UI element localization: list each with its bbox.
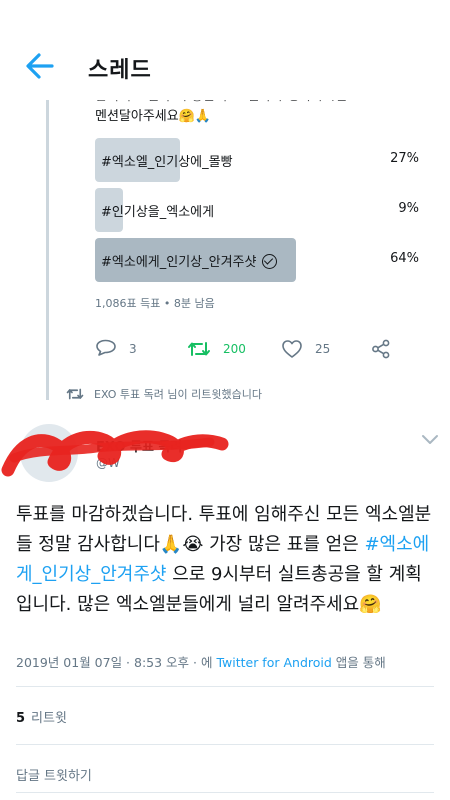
timestamp-text: 2019년 01월 07일 · 8:53 오후 · 에 xyxy=(16,655,217,670)
like-count: 25 xyxy=(315,342,331,356)
poll-option-label: #엑소엘_인기상에_몰빵 xyxy=(101,155,233,170)
tweet-body: 투표를 마감하겠습니다. 투표에 임해주신 모든 엑소엘분들 정말 감사합니다🙏… xyxy=(16,500,436,620)
poll-option-1: #엑소엘_인기상에_몰빵 27% xyxy=(95,138,425,182)
share-icon xyxy=(372,339,390,359)
avatar[interactable] xyxy=(20,424,78,482)
poll-option-percent: 64% xyxy=(390,251,419,266)
chevron-down-icon[interactable] xyxy=(420,432,440,446)
poll-option-percent: 9% xyxy=(398,201,419,216)
checkmark-circle-icon xyxy=(262,254,278,269)
retweet-small-icon xyxy=(66,388,84,400)
divider xyxy=(16,686,434,687)
author-handle: @W xyxy=(96,456,120,470)
page-title: 스레드 xyxy=(88,58,152,83)
share-action[interactable] xyxy=(371,336,403,362)
tweet-actions: 3 200 25 xyxy=(95,336,405,362)
like-action[interactable]: 25 xyxy=(281,336,330,362)
poll-option-2: #인기상을_엑소에게 9% xyxy=(95,188,425,232)
poll-option-percent: 27% xyxy=(390,151,419,166)
reply-action[interactable]: 3 xyxy=(95,336,137,362)
retweeted-by-note: EXO 투표 독려 님이 리트윗했습니다 xyxy=(66,386,262,402)
poll-tweet-text-line2: 멘션달아주세요🤗🙏 xyxy=(95,109,212,124)
poll-option-3: #엑소에게_인기상_안겨주샷 64% xyxy=(95,238,425,282)
divider xyxy=(16,792,434,793)
tweet-author: EXO 투표 독려 @W xyxy=(0,412,450,482)
poll-option-label: #인기상을_엑소에게 xyxy=(101,205,215,220)
top-bar: 스레드 xyxy=(0,0,450,100)
retweet-icon xyxy=(188,342,210,356)
author-name[interactable]: EXO 투표 독려 xyxy=(96,436,182,455)
retweet-total: 5 xyxy=(16,711,26,726)
poll-option-label-winner: #엑소에게_인기상_안겨주샷 xyxy=(101,251,278,270)
tweet-timestamp: 2019년 01월 07일 · 8:53 오후 · 에 Twitter for … xyxy=(16,652,386,671)
divider xyxy=(16,744,434,745)
retweet-action[interactable]: 200 xyxy=(187,336,246,362)
retweeted-by-text: EXO 투표 독려 님이 리트윗했습니다 xyxy=(94,388,262,401)
poll-meta: 1,086표 득표 • 8분 남음 xyxy=(95,297,215,310)
retweet-total-label: 리트윗 xyxy=(31,711,67,726)
reply-tweet-button[interactable]: 답글 트윗하기 xyxy=(16,765,92,784)
thread-line xyxy=(46,100,49,400)
reply-icon xyxy=(96,339,116,356)
retweet-stats[interactable]: 5 리트윗 xyxy=(16,707,67,726)
source-link[interactable]: Twitter for Android xyxy=(216,655,331,670)
back-arrow-icon[interactable] xyxy=(22,48,58,84)
source-suffix: 앱을 통해 xyxy=(331,655,386,670)
reply-count: 3 xyxy=(129,342,137,356)
retweet-count: 200 xyxy=(223,342,246,356)
heart-icon xyxy=(282,340,302,358)
poll-option-label: #엑소에게_인기상_안겨주샷 xyxy=(101,255,257,270)
